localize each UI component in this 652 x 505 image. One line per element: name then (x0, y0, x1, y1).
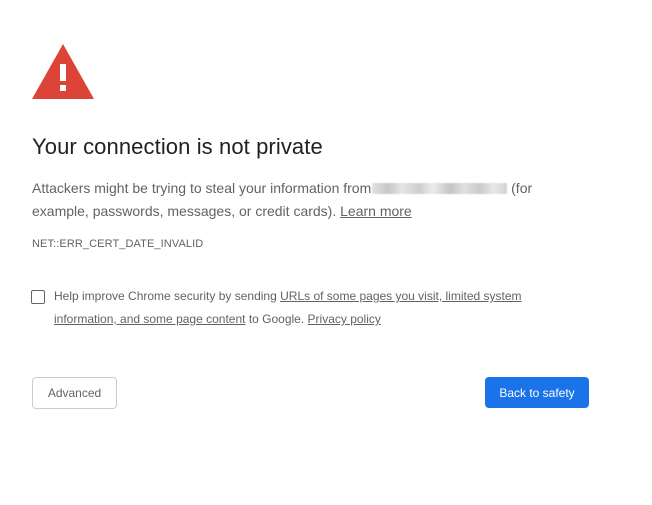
privacy-policy-link[interactable]: Privacy policy (308, 312, 381, 326)
explanation-text-before: Attackers might be trying to steal your … (32, 180, 372, 196)
optin-text-middle: to Google. (248, 312, 305, 326)
redacted-hostname (372, 183, 508, 194)
warning-triangle-icon (32, 44, 94, 99)
advanced-button[interactable]: Advanced (32, 377, 117, 409)
improve-security-checkbox[interactable] (31, 290, 45, 304)
learn-more-link[interactable]: Learn more (340, 203, 412, 219)
page-title: Your connection is not private (32, 134, 323, 159)
back-to-safety-button[interactable]: Back to safety (485, 377, 589, 408)
optin-text-before: Help improve Chrome security by sending (54, 289, 277, 303)
error-code: NET::ERR_CERT_DATE_INVALID (32, 238, 204, 250)
explanation-paragraph: Attackers might be trying to steal your … (32, 177, 572, 223)
optin-label: Help improve Chrome security by sending … (54, 285, 544, 331)
